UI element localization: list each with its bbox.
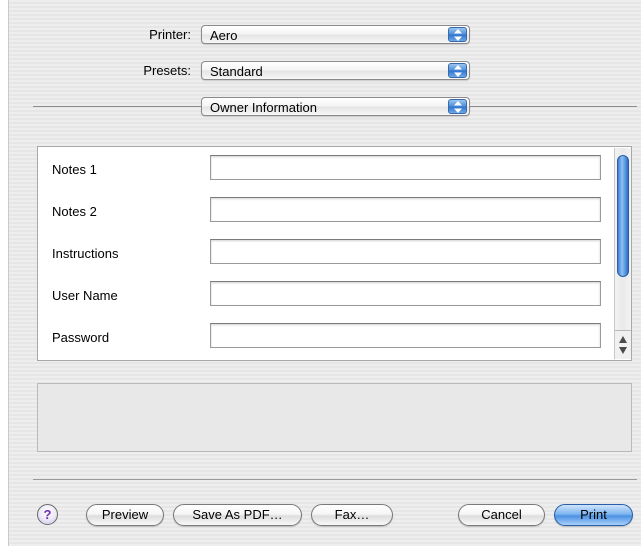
- cancel-button[interactable]: Cancel: [458, 504, 545, 526]
- printer-value: Aero: [210, 28, 238, 43]
- notes1-label: Notes 1: [52, 162, 97, 177]
- presets-popup[interactable]: Standard: [201, 61, 470, 80]
- pane-divider-right: [470, 106, 637, 107]
- pane-selector-popup[interactable]: Owner Information: [201, 97, 470, 116]
- instructions-label: Instructions: [52, 246, 119, 261]
- bottom-divider: [33, 479, 637, 480]
- notes2-field[interactable]: [210, 197, 601, 222]
- scroll-down-arrow-icon[interactable]: [619, 347, 627, 354]
- fax-button[interactable]: Fax…: [311, 504, 393, 526]
- password-label: Password: [52, 330, 110, 345]
- printer-popup[interactable]: Aero: [201, 25, 470, 44]
- presets-value: Standard: [210, 64, 263, 79]
- presets-label: Presets:: [143, 63, 191, 78]
- up-down-arrows-icon: [448, 99, 467, 114]
- help-button[interactable]: ?: [37, 504, 58, 525]
- user-name-label: User Name: [52, 288, 118, 303]
- instructions-field[interactable]: [210, 239, 601, 264]
- save-as-pdf-button[interactable]: Save As PDF…: [173, 504, 302, 526]
- question-mark-icon: ?: [43, 507, 52, 522]
- up-down-arrows-icon: [448, 63, 467, 78]
- printer-label: Printer:: [149, 27, 191, 42]
- notes1-field[interactable]: [210, 155, 601, 180]
- pane-divider-left: [33, 106, 201, 107]
- scroll-arrows: [615, 330, 631, 359]
- user-name-field[interactable]: [210, 281, 601, 306]
- notes2-label: Notes 2: [52, 204, 97, 219]
- owner-info-panel: Notes 1 Notes 2 Instructions User Name P…: [37, 146, 632, 361]
- print-button[interactable]: Print: [554, 504, 633, 526]
- scroll-thumb[interactable]: [617, 155, 629, 277]
- up-down-arrows-icon: [448, 27, 467, 42]
- preview-button[interactable]: Preview: [86, 504, 164, 526]
- scroll-up-arrow-icon[interactable]: [619, 336, 627, 343]
- vertical-scrollbar[interactable]: [614, 148, 631, 359]
- print-dialog: Printer: Aero Presets: Standard Owner In…: [8, 0, 641, 546]
- password-field[interactable]: [210, 323, 601, 348]
- info-box: [37, 383, 632, 452]
- pane-selector-value: Owner Information: [210, 100, 317, 115]
